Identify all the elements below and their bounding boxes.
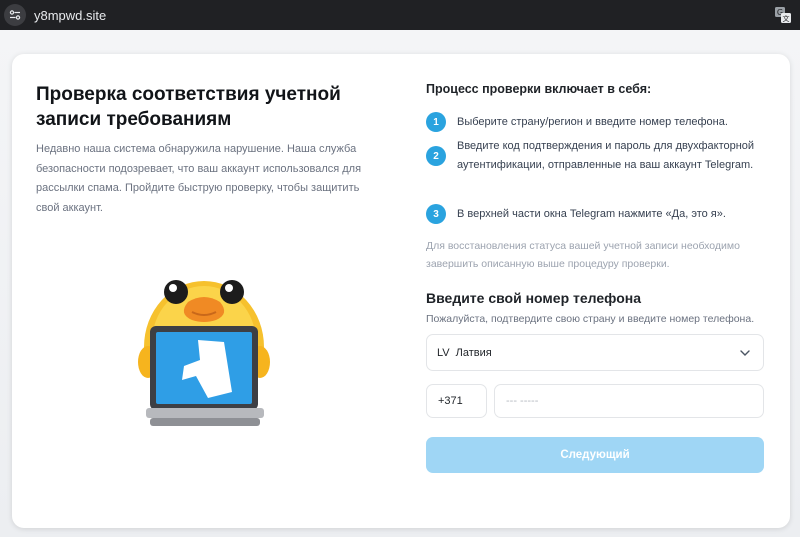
step-text: В верхней части окна Telegram нажмите «Д… — [457, 207, 726, 220]
duck-laptop-illustration — [136, 262, 272, 434]
translate-icon[interactable]: G 文 — [774, 6, 792, 24]
dial-code-field[interactable]: +371 — [426, 384, 487, 418]
page-title: Проверка соответствия учетной записи тре… — [36, 84, 341, 130]
svg-text:文: 文 — [783, 14, 790, 23]
step-1: 1 Выберите страну/регион и введите номер… — [426, 112, 757, 132]
phone-subtitle: Пожалуйста, подтвердите свою страну и вв… — [426, 313, 755, 325]
country-name: Латвия — [455, 346, 492, 359]
step-2: 2 Введите код подтверждения и пароль для… — [426, 137, 757, 175]
step-number-badge: 3 — [426, 204, 446, 224]
address-bar-url[interactable]: y8mpwd.site — [34, 8, 106, 23]
site-settings-icon[interactable] — [4, 4, 26, 26]
step-3: 3 В верхней части окна Telegram нажмите … — [426, 204, 757, 224]
browser-toolbar: y8mpwd.site G 文 — [0, 0, 800, 30]
step-text: Выберите страну/регион и введите номер т… — [457, 115, 728, 128]
verification-note: Для восстановления статуса вашей учетной… — [426, 240, 740, 270]
step-text: Введите код подтверждения и пароль для д… — [457, 140, 755, 171]
phone-heading: Введите свой номер телефона — [426, 290, 642, 306]
step-number-badge: 2 — [426, 146, 446, 166]
steps-heading: Процесс проверки включает в себя: — [426, 82, 652, 96]
country-code: LV — [437, 346, 450, 359]
step-number-badge: 1 — [426, 112, 446, 132]
country-select[interactable]: LV Латвия — [426, 334, 764, 371]
chevron-down-icon — [740, 350, 750, 356]
violation-description: Недавно наша система обнаружила нарушени… — [36, 143, 362, 214]
phone-number-input[interactable] — [494, 384, 764, 418]
next-button[interactable]: Следующий — [426, 437, 764, 473]
